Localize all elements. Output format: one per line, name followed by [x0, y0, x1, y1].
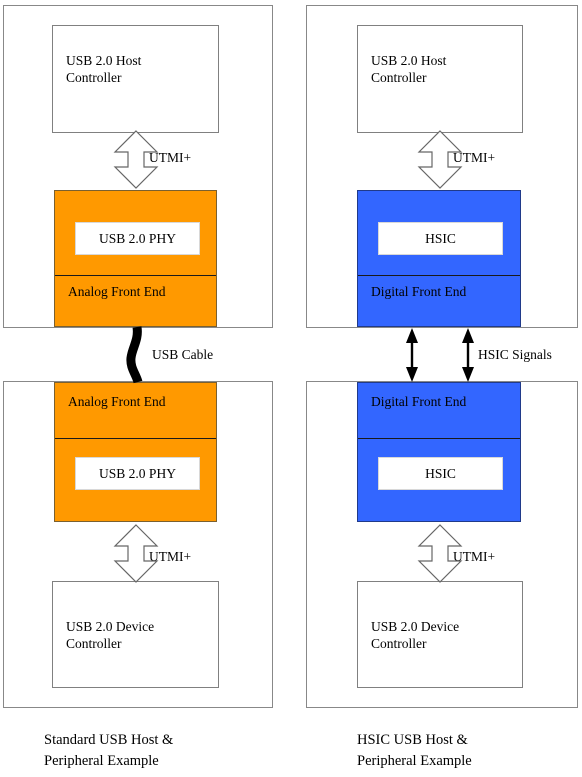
hsic-arrow-icon-a [406, 328, 418, 382]
right-device-hsic-chip: HSIC [378, 457, 503, 490]
left-host-stack-divider [55, 275, 216, 276]
left-device-phy-chip: USB 2.0 PHY [75, 457, 200, 490]
right-device-utmi-label: UTMI+ [453, 549, 496, 564]
diagram-canvas: USB 2.0 Host Controller UTMI+ USB 2.0 PH… [0, 0, 582, 777]
right-device-hsic-chip-label: HSIC [425, 465, 456, 481]
right-device-controller-box: USB 2.0 Device Controller [357, 581, 523, 688]
left-device-phy-stack: Analog Front End USB 2.0 PHY [54, 382, 217, 522]
left-host-utmi-label: UTMI+ [149, 150, 192, 165]
right-device-front-end-label: Digital Front End [371, 394, 467, 409]
left-host-phy-chip: USB 2.0 PHY [75, 222, 200, 255]
right-host-hsic-stack: HSIC Digital Front End [357, 190, 521, 327]
right-host-front-end-label: Digital Front End [371, 284, 467, 299]
left-device-controller-label: USB 2.0 Device Controller [66, 619, 155, 651]
right-device-hsic-stack: Digital Front End HSIC [357, 382, 521, 522]
right-host-utmi-label: UTMI+ [453, 150, 496, 165]
hsic-arrow-icon-b [462, 328, 474, 382]
left-device-stack-divider [55, 438, 216, 439]
left-host-controller-box: USB 2.0 Host Controller [52, 25, 219, 133]
left-device-utmi-label: UTMI+ [149, 549, 192, 564]
left-host-front-end-label: Analog Front End [68, 284, 166, 299]
right-device-stack-divider [358, 438, 520, 439]
right-column-caption: HSIC USB Host & Peripheral Example [357, 732, 472, 769]
usb-cable-icon [126, 326, 143, 384]
right-host-stack-divider [358, 275, 520, 276]
usb-cable-label: USB Cable [152, 347, 214, 362]
left-column-caption: Standard USB Host & Peripheral Example [44, 732, 174, 769]
hsic-signals-label: HSIC Signals [478, 347, 552, 362]
left-host-phy-stack: USB 2.0 PHY Analog Front End [54, 190, 217, 327]
left-host-controller-label: USB 2.0 Host Controller [66, 53, 142, 85]
right-host-controller-label: USB 2.0 Host Controller [371, 53, 447, 85]
left-device-phy-chip-label: USB 2.0 PHY [99, 465, 176, 481]
left-device-front-end-label: Analog Front End [68, 394, 166, 409]
right-host-hsic-chip-label: HSIC [425, 230, 456, 246]
right-host-controller-box: USB 2.0 Host Controller [357, 25, 523, 133]
right-host-hsic-chip: HSIC [378, 222, 503, 255]
left-device-controller-box: USB 2.0 Device Controller [52, 581, 219, 688]
left-host-phy-chip-label: USB 2.0 PHY [99, 230, 176, 246]
right-device-controller-label: USB 2.0 Device Controller [371, 619, 460, 651]
